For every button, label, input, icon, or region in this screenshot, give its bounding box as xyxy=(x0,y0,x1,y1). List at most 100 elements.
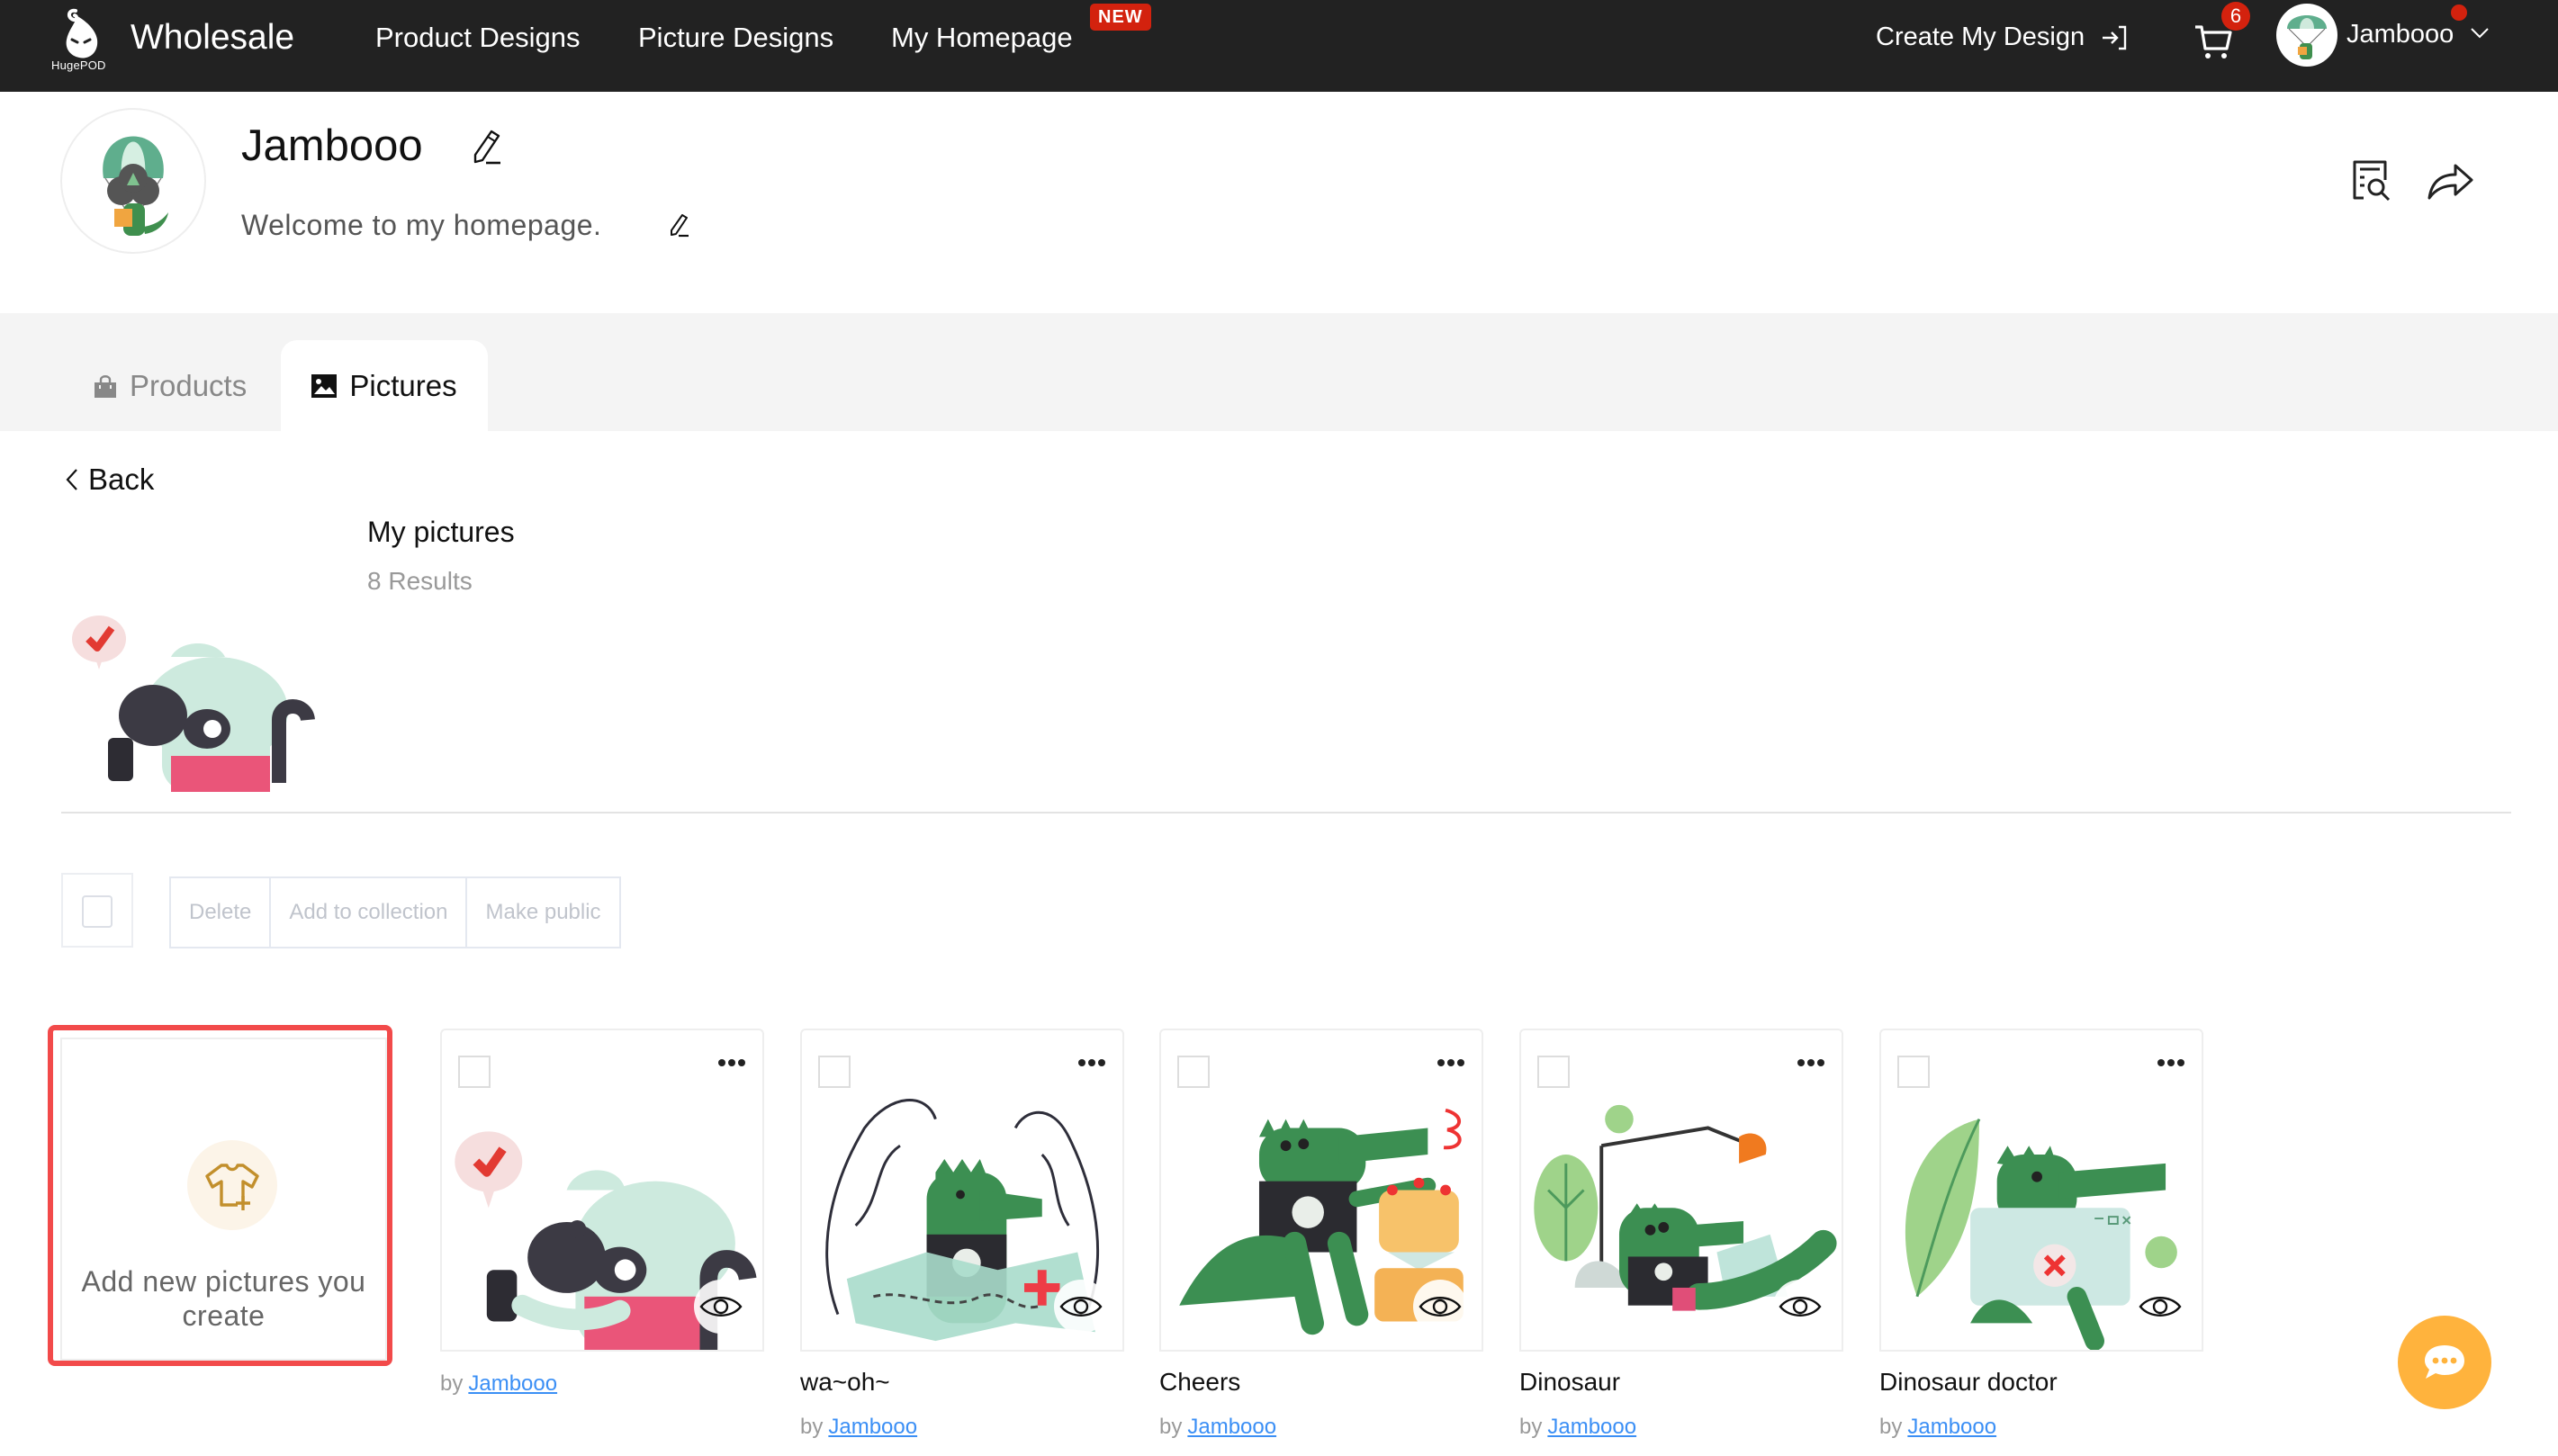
tab-products-label: Products xyxy=(130,368,248,402)
more-options-button[interactable] xyxy=(717,1054,746,1072)
add-to-collection-button[interactable]: Add to collection xyxy=(271,878,468,947)
add-new-picture-card[interactable]: Add new pictures you create xyxy=(48,1025,392,1366)
more-options-button[interactable] xyxy=(2157,1054,2185,1072)
content-tab-bar: Products Pictures xyxy=(0,313,2558,431)
tshirt-plus-icon xyxy=(205,1164,259,1210)
author-link[interactable]: Jambooo xyxy=(1187,1415,1276,1439)
nav-picture-designs[interactable]: Picture Designs xyxy=(638,22,833,54)
share-arrow-icon[interactable] xyxy=(2427,162,2475,202)
preview-eye-button[interactable] xyxy=(694,1280,748,1334)
user-name-menu[interactable]: Jambooo xyxy=(2346,20,2454,49)
picture-card[interactable] xyxy=(440,1029,764,1352)
picture-select-checkbox[interactable] xyxy=(818,1056,851,1088)
preview-eye-button[interactable] xyxy=(2133,1280,2187,1334)
more-options-icon xyxy=(2157,1059,2184,1066)
picture-author-line: by Jambooo xyxy=(440,1371,557,1397)
checkbox-square xyxy=(82,895,113,928)
enter-arrow-icon xyxy=(2103,25,2127,49)
bulk-action-group: Delete Add to collection Make public xyxy=(169,876,621,948)
picture-author-line: by Jambooo xyxy=(1519,1415,1636,1440)
eye-preview-icon xyxy=(2139,1297,2182,1317)
delete-button[interactable]: Delete xyxy=(171,878,272,947)
eye-preview-icon xyxy=(1419,1297,1462,1317)
edit-name-pencil-icon[interactable] xyxy=(468,128,508,167)
back-label: Back xyxy=(88,463,155,496)
picture-select-checkbox[interactable] xyxy=(1897,1056,1930,1088)
more-options-button[interactable] xyxy=(1437,1054,1465,1072)
author-link[interactable]: Jambooo xyxy=(468,1371,557,1396)
profile-bio: Welcome to my homepage. xyxy=(241,209,602,241)
chat-bubble-icon xyxy=(2425,1345,2464,1379)
parachute-croc-illustration xyxy=(103,136,168,236)
profile-avatar[interactable] xyxy=(60,108,206,254)
picture-card[interactable] xyxy=(1879,1029,2203,1352)
picture-title: Cheers xyxy=(1159,1368,1241,1396)
picture-card[interactable] xyxy=(1159,1029,1483,1352)
tab-products[interactable]: Products xyxy=(94,340,247,431)
eye-preview-icon xyxy=(699,1297,743,1317)
picture-card[interactable] xyxy=(800,1029,1124,1352)
picture-author-line: by Jambooo xyxy=(1879,1415,1996,1440)
more-options-icon xyxy=(1797,1059,1824,1066)
top-navigation-bar: HugePOD Wholesale Product Designs Pictur… xyxy=(0,0,2558,92)
by-prefix: by xyxy=(1879,1415,1903,1439)
author-link[interactable]: Jambooo xyxy=(828,1415,917,1439)
picture-title: Dinosaur xyxy=(1519,1368,1621,1396)
shopping-bag-icon xyxy=(95,374,116,398)
preview-document-search-icon[interactable] xyxy=(2351,158,2392,202)
cart-count-badge: 6 xyxy=(2221,2,2250,31)
collection-cover-image xyxy=(72,616,315,792)
author-link[interactable]: Jambooo xyxy=(1907,1415,1996,1439)
picture-select-checkbox[interactable] xyxy=(458,1056,491,1088)
more-options-button[interactable] xyxy=(1077,1054,1106,1072)
more-options-icon xyxy=(1437,1059,1464,1066)
nav-my-homepage[interactable]: My Homepage xyxy=(891,22,1073,54)
create-my-design-label: Create My Design xyxy=(1876,22,2085,51)
edit-bio-pencil-icon[interactable] xyxy=(666,212,693,239)
new-badge: NEW xyxy=(1090,4,1151,31)
picture-title: Dinosaur doctor xyxy=(1879,1368,2058,1396)
tab-pictures-label: Pictures xyxy=(349,368,457,402)
more-options-icon xyxy=(718,1059,745,1066)
picture-select-checkbox[interactable] xyxy=(1537,1056,1570,1088)
select-all-checkbox[interactable] xyxy=(61,873,133,948)
collection-title: My pictures xyxy=(367,516,515,548)
author-link[interactable]: Jambooo xyxy=(1547,1415,1636,1439)
picture-author-line: by Jambooo xyxy=(800,1415,917,1440)
by-prefix: by xyxy=(1159,1415,1183,1439)
chevron-left-icon xyxy=(66,469,77,490)
make-public-button[interactable]: Make public xyxy=(467,878,618,947)
preview-eye-button[interactable] xyxy=(1773,1280,1827,1334)
add-card-inner: Add new pictures you create xyxy=(60,1038,387,1361)
preview-eye-button[interactable] xyxy=(1054,1280,1108,1334)
picture-select-checkbox[interactable] xyxy=(1177,1056,1210,1088)
results-count: 8 Results xyxy=(367,567,473,595)
picture-card[interactable] xyxy=(1519,1029,1843,1352)
eye-preview-icon xyxy=(1059,1297,1103,1317)
nav-product-designs[interactable]: Product Designs xyxy=(375,22,580,54)
profile-name: Jambooo xyxy=(241,121,423,170)
create-my-design-button[interactable]: Create My Design xyxy=(1876,22,2128,52)
by-prefix: by xyxy=(440,1371,464,1396)
by-prefix: by xyxy=(800,1415,824,1439)
section-divider xyxy=(61,812,2511,813)
notification-dot xyxy=(2451,4,2467,21)
picture-author-line: by Jambooo xyxy=(1159,1415,1276,1440)
more-options-button[interactable] xyxy=(1797,1054,1825,1072)
add-icon-circle xyxy=(187,1140,277,1230)
preview-eye-button[interactable] xyxy=(1413,1280,1467,1334)
brand-title[interactable]: Wholesale xyxy=(131,18,294,58)
logo-text: HugePOD xyxy=(51,58,106,72)
picture-title: wa~oh~ xyxy=(800,1368,890,1396)
by-prefix: by xyxy=(1519,1415,1543,1439)
user-avatar[interactable] xyxy=(2276,4,2337,67)
image-icon xyxy=(311,373,338,398)
chat-support-button[interactable] xyxy=(2398,1316,2491,1409)
tab-pictures[interactable]: Pictures xyxy=(281,340,488,431)
parachute-croc-avatar-icon xyxy=(2287,15,2327,59)
eye-preview-icon xyxy=(1779,1297,1822,1317)
more-options-icon xyxy=(1078,1059,1105,1066)
chevron-down-icon[interactable] xyxy=(2470,25,2490,41)
back-button[interactable]: Back xyxy=(65,463,154,497)
add-new-picture-label: Add new pictures you create xyxy=(81,1265,366,1332)
